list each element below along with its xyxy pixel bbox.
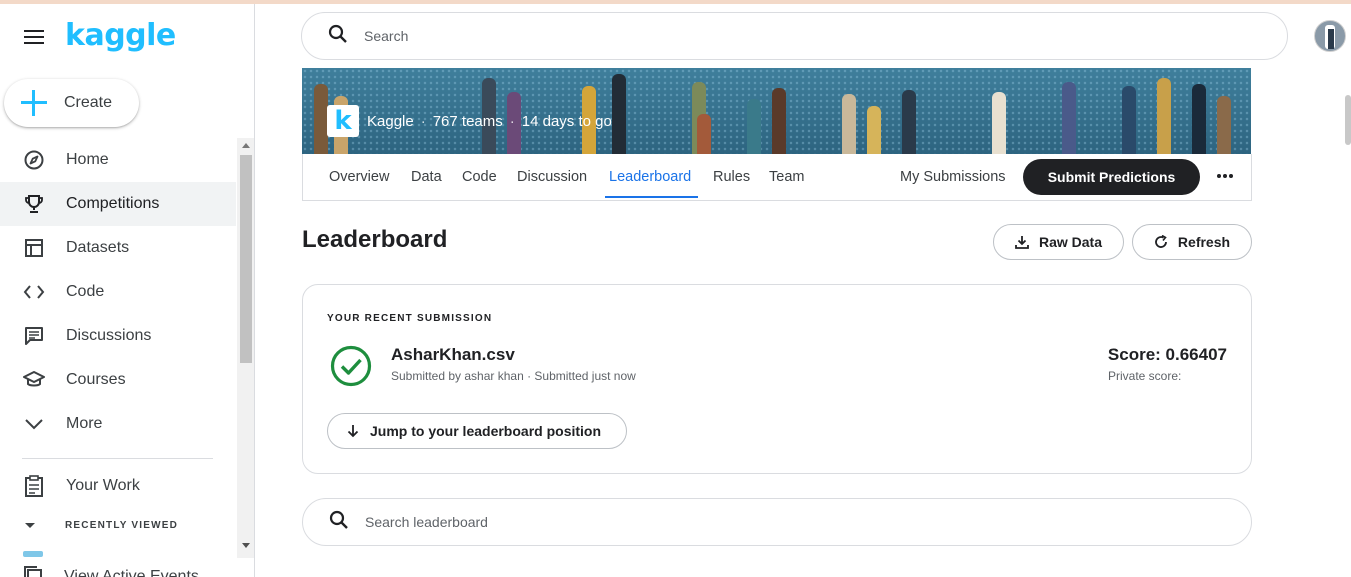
sidebar-item-label: Code [66, 283, 105, 300]
clipboard-icon [23, 475, 45, 497]
search-input[interactable]: Search [364, 28, 408, 44]
competition-banner: k Kaggle · 767 teams · 14 days to go [302, 68, 1251, 154]
trophy-icon [23, 193, 45, 215]
raw-data-button[interactable]: Raw Data [993, 224, 1124, 260]
compass-icon [23, 149, 45, 171]
competition-meta: Kaggle · 767 teams · 14 days to go [367, 113, 612, 130]
menu-icon[interactable] [24, 30, 44, 44]
chevron-down-icon [23, 413, 45, 435]
search-icon [329, 510, 349, 535]
my-submissions-link[interactable]: My Submissions [900, 169, 1006, 185]
scrollbar-thumb[interactable] [240, 155, 252, 363]
host-name[interactable]: Kaggle [367, 113, 414, 130]
recent-submission-card: YOUR RECENT SUBMISSION AsharKhan.csv Sub… [302, 284, 1252, 474]
sidebar-item-label: More [66, 415, 103, 432]
search-icon [328, 24, 348, 49]
kaggle-logo[interactable]: kaggle [65, 18, 176, 53]
recent-item-thumbnail[interactable] [23, 551, 43, 557]
jump-label: Jump to your leaderboard position [370, 423, 602, 439]
comments-icon [23, 325, 45, 347]
tab-overview[interactable]: Overview [329, 169, 389, 185]
competition-tabs: Overview Data Code Discussion Leaderboar… [302, 154, 1252, 201]
leaderboard-search[interactable]: Search leaderboard [302, 498, 1252, 546]
sidebar-item-more[interactable]: More [0, 402, 236, 446]
arrow-down-icon [346, 424, 360, 438]
more-options-icon[interactable] [1217, 166, 1233, 186]
code-icon [23, 281, 45, 303]
active-tab-indicator [605, 196, 698, 198]
download-icon [1015, 235, 1029, 249]
deadline: 14 days to go [521, 113, 612, 130]
sidebar-item-your-work[interactable]: Your Work [0, 469, 236, 503]
sidebar-item-datasets[interactable]: Datasets [0, 226, 236, 270]
raw-data-label: Raw Data [1038, 234, 1103, 250]
caret-down-icon [25, 523, 35, 528]
sidebar-divider [22, 458, 213, 459]
submit-predictions-button[interactable]: Submit Predictions [1023, 159, 1200, 195]
recently-viewed-toggle[interactable]: RECENTLY VIEWED [25, 520, 178, 531]
sidebar-item-competitions[interactable]: Competitions [0, 182, 236, 226]
table-icon [23, 237, 45, 259]
tab-team[interactable]: Team [769, 169, 804, 185]
refresh-icon [1154, 235, 1168, 249]
school-icon [23, 369, 45, 391]
sidebar-item-discussions[interactable]: Discussions [0, 314, 236, 358]
jump-to-position-button[interactable]: Jump to your leaderboard position [327, 413, 627, 449]
tab-rules[interactable]: Rules [713, 169, 750, 185]
sidebar-item-label: Discussions [66, 327, 152, 344]
recently-viewed-label: RECENTLY VIEWED [65, 520, 179, 531]
check-circle-icon [330, 345, 372, 392]
create-button[interactable]: Create [4, 79, 139, 127]
sidebar: kaggle Create Home Competitions Datasets [0, 4, 255, 577]
public-score: Score: 0.66407 [1107, 345, 1227, 364]
sidebar-item-label: Courses [66, 371, 126, 388]
sidebar-item-view-active-events[interactable]: View Active Events [0, 562, 236, 577]
events-icon [23, 565, 43, 577]
create-label: Create [64, 94, 113, 111]
team-count: 767 teams [432, 113, 503, 130]
refresh-label: Refresh [1177, 234, 1231, 250]
refresh-button[interactable]: Refresh [1132, 224, 1252, 260]
scroll-up-arrow-icon[interactable] [242, 143, 250, 148]
private-score: Private score: [1108, 369, 1182, 383]
sidebar-item-label: Home [66, 151, 109, 168]
page-scrollbar-thumb[interactable] [1345, 95, 1351, 145]
sidebar-item-label: Competitions [66, 195, 160, 212]
tab-code[interactable]: Code [462, 169, 497, 185]
sidebar-item-label: View Active Events [64, 568, 199, 577]
page-title: Leaderboard [302, 226, 448, 253]
submission-details: Submitted by ashar khan · Submitted just… [391, 369, 636, 383]
sidebar-item-home[interactable]: Home [0, 138, 236, 182]
plus-icon [20, 89, 48, 117]
sidebar-item-label: Datasets [66, 239, 130, 256]
sidebar-scrollbar[interactable] [237, 138, 254, 558]
sidebar-item-courses[interactable]: Courses [0, 358, 236, 402]
tab-data[interactable]: Data [411, 169, 442, 185]
your-work-row[interactable]: Your Work [0, 469, 236, 503]
sidebar-nav: Home Competitions Datasets Code Discussi… [0, 138, 236, 446]
global-search[interactable]: Search [301, 12, 1288, 60]
tab-leaderboard[interactable]: Leaderboard [609, 169, 691, 185]
sidebar-item-code[interactable]: Code [0, 270, 236, 314]
tab-discussion[interactable]: Discussion [517, 169, 587, 185]
competition-logo[interactable]: k [327, 105, 359, 137]
scroll-down-arrow-icon[interactable] [242, 543, 250, 548]
submission-file-name[interactable]: AsharKhan.csv [391, 345, 515, 365]
leaderboard-search-input[interactable]: Search leaderboard [365, 514, 488, 530]
sidebar-item-label: Your Work [66, 477, 140, 494]
avatar[interactable] [1314, 20, 1346, 52]
card-caption: YOUR RECENT SUBMISSION [327, 313, 493, 324]
